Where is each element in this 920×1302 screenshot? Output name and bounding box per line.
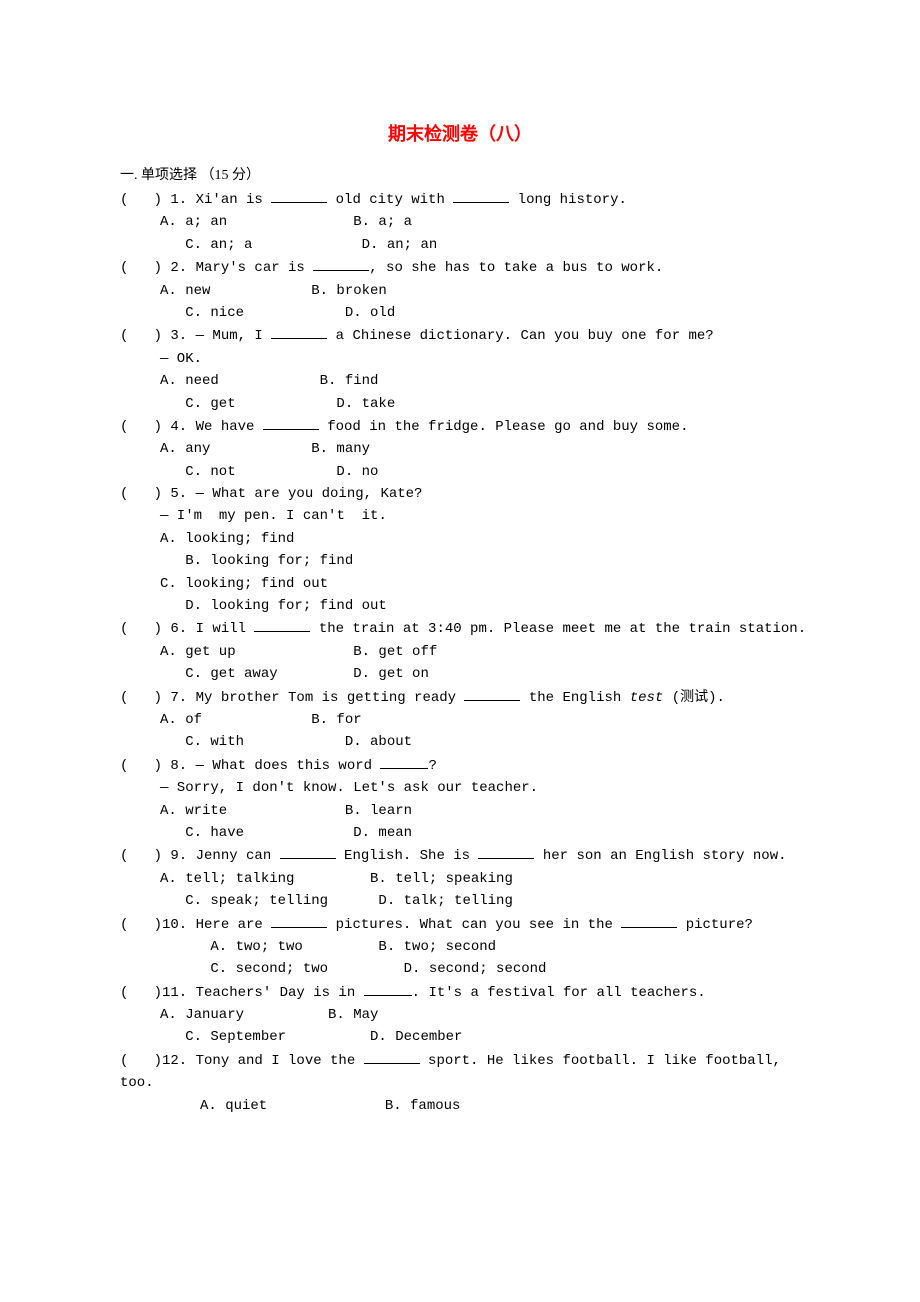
sub-line: too. [120,1072,800,1094]
option-row: A. of B. for [120,709,800,731]
stem-text: the English [520,690,629,706]
option-row: A. a; an B. a; a [120,211,800,233]
option-row: C. looking; find out [120,573,800,595]
question-12: ( )12. Tony and I love the sport. He lik… [120,1049,800,1117]
stem-text: ( ) 7. My brother Tom is getting ready [120,690,464,706]
option-row: A. get up B. get off [120,641,800,663]
stem-text: picture? [677,917,753,933]
stem-text: ( ) 8. — What does this word [120,758,380,774]
option-row: A. any B. many [120,438,800,460]
sub-line: — Sorry, I don't know. Let's ask our tea… [120,777,800,799]
answer-blank[interactable] [254,617,310,632]
option-row: A. quiet B. famous [120,1095,800,1117]
answer-blank[interactable] [464,686,520,701]
answer-blank[interactable] [271,188,327,203]
stem-text: food in the fridge. Please go and buy so… [319,419,689,435]
option-row: C. speak; telling D. talk; telling [120,890,800,912]
stem-text: ( )11. Teachers' Day is in [120,985,364,1001]
question-9: ( ) 9. Jenny can English. She is her son… [120,844,800,912]
question-6: ( ) 6. I will the train at 3:40 pm. Plea… [120,617,800,685]
option-row: C. have D. mean [120,822,800,844]
answer-blank[interactable] [280,844,336,859]
answer-blank[interactable] [380,754,428,769]
answer-blank[interactable] [263,415,319,430]
option-row: C. get D. take [120,393,800,415]
option-row: C. an; a D. an; an [120,234,800,256]
stem-text: ( ) 2. Mary's car is [120,260,313,276]
stem-text: her son an English story now. [534,848,786,864]
stem-text: the train at 3:40 pm. Please meet me at … [310,621,806,637]
stem-text: . It's a festival for all teachers. [412,985,706,1001]
stem-text: ( ) 4. We have [120,419,263,435]
stem-text: ( ) 3. — Mum, I [120,328,271,344]
question-2: ( ) 2. Mary's car is , so she has to tak… [120,256,800,324]
sub-text: — I'm [160,508,210,524]
option-row: A. tell; talking B. tell; speaking [120,868,800,890]
stem-text: ( ) 6. I will [120,621,254,637]
option-row: B. looking for; find [120,550,800,572]
stem-text: (测试). [663,690,725,706]
sub-text: my pen. I can't [210,508,353,524]
page-title: 期末检测卷（八） [120,120,800,146]
stem-text: ( )10. Here are [120,917,271,933]
stem-text: a Chinese dictionary. Can you buy one fo… [327,328,713,344]
stem-text: ? [428,758,436,774]
answer-blank[interactable] [364,1049,420,1064]
option-row: C. nice D. old [120,302,800,324]
stem-text: ( ) 9. Jenny can [120,848,280,864]
question-10: ( )10. Here are pictures. What can you s… [120,913,800,981]
stem-text: pictures. What can you see in the [327,917,621,933]
option-row: C. September D. December [120,1026,800,1048]
option-row: C. not D. no [120,461,800,483]
option-row: C. get away D. get on [120,663,800,685]
stem-text: ( ) 1. Xi'an is [120,192,271,208]
stem-text: ( ) 5. — What are you doing, Kate? [120,483,800,505]
answer-blank[interactable] [271,913,327,928]
question-11: ( )11. Teachers' Day is in . It's a fest… [120,981,800,1049]
answer-blank[interactable] [478,844,534,859]
question-4: ( ) 4. We have food in the fridge. Pleas… [120,415,800,483]
italic-word: test [630,690,664,706]
question-1: ( ) 1. Xi'an is old city with long histo… [120,188,800,256]
option-row: A. new B. broken [120,280,800,302]
option-row: A. January B. May [120,1004,800,1026]
stem-text: long history. [509,192,627,208]
stem-text: sport. He likes football. I like footbal… [420,1053,781,1069]
stem-text: ( )12. Tony and I love the [120,1053,364,1069]
document-page: 期末检测卷（八） 一. 单项选择 （15 分） ( ) 1. Xi'an is … [0,0,920,1177]
option-row: A. write B. learn [120,800,800,822]
option-row: D. looking for; find out [120,595,800,617]
option-row: A. need B. find [120,370,800,392]
answer-blank[interactable] [621,913,677,928]
question-5: ( ) 5. — What are you doing, Kate? — I'm… [120,483,800,617]
question-8: ( ) 8. — What does this word ? — Sorry, … [120,754,800,845]
stem-text: , so she has to take a bus to work. [369,260,663,276]
option-row: C. second; two D. second; second [120,958,800,980]
stem-text: old city with [327,192,453,208]
sub-line: — OK. [120,348,800,370]
section-heading: 一. 单项选择 （15 分） [120,164,800,184]
question-3: ( ) 3. — Mum, I a Chinese dictionary. Ca… [120,324,800,415]
stem-text: English. She is [336,848,479,864]
answer-blank[interactable] [313,256,369,271]
option-row: A. two; two B. two; second [120,936,800,958]
sub-text: it. [353,508,387,524]
question-7: ( ) 7. My brother Tom is getting ready t… [120,686,800,754]
answer-blank[interactable] [364,981,412,996]
answer-blank[interactable] [453,188,509,203]
option-row: C. with D. about [120,731,800,753]
answer-blank[interactable] [271,324,327,339]
option-row: A. looking; find [120,528,800,550]
